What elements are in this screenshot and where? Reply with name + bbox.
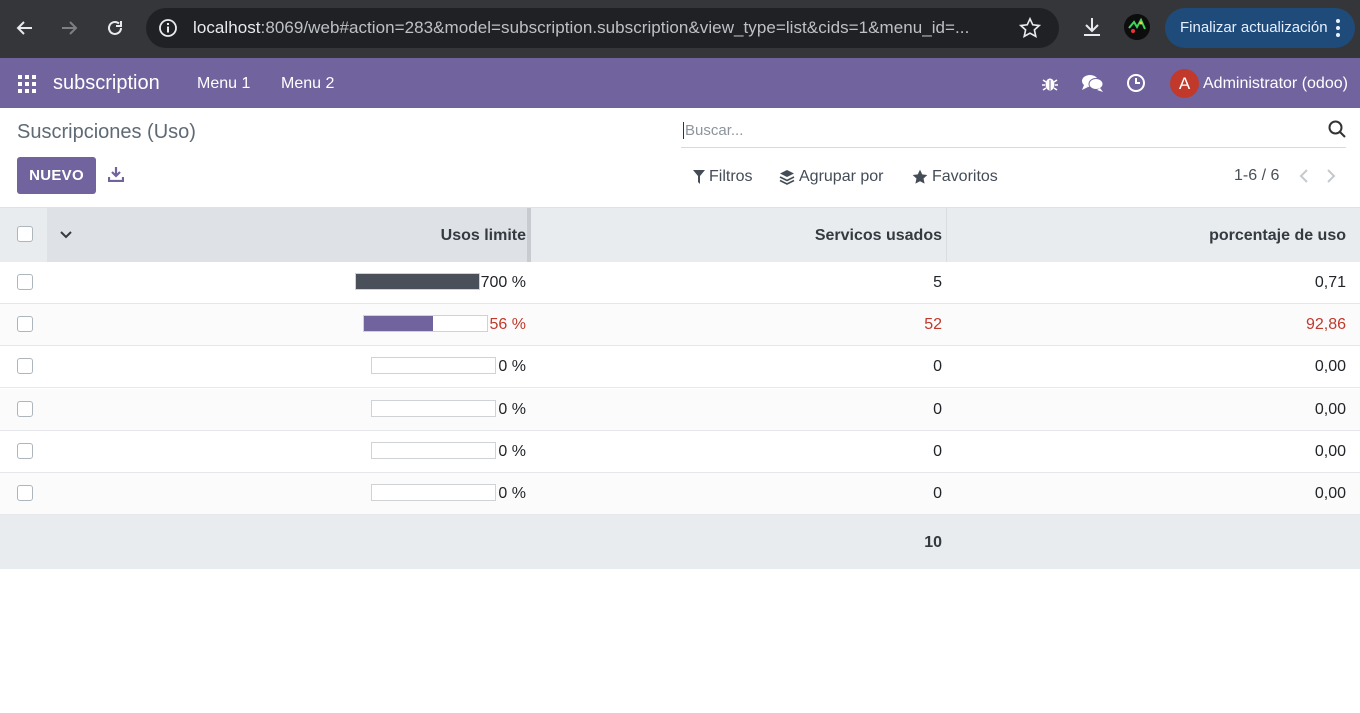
row-checkbox[interactable] [17,401,33,417]
app-name[interactable]: subscription [53,72,160,95]
table-row[interactable]: 0 % 0 0,00 [0,431,1360,473]
reload-button[interactable] [101,14,129,42]
finish-update-label: Finalizar actualización [1180,19,1328,36]
browser-toolbar: localhost:8069/web#action=283&model=subs… [0,0,1360,58]
row-checkbox[interactable] [17,316,33,332]
new-button[interactable]: NUEVO [17,157,96,194]
table-row[interactable]: 56 % 52 92,86 [0,304,1360,346]
user-name[interactable]: Administrator (odoo) [1203,75,1348,93]
usage-progress-bar [371,400,496,417]
user-avatar[interactable]: A [1170,69,1199,98]
reload-icon [108,20,122,35]
list-footer: 10 [0,515,1360,569]
row-checkbox[interactable] [17,443,33,459]
porcentaje-de-uso-cell: 0,00 [1314,401,1346,418]
star-filled-icon [912,169,928,184]
total-servicios-usados: 10 [924,534,942,551]
usage-progress-bar [371,484,496,501]
groupby-button[interactable]: Agrupar por [779,168,884,186]
chevron-down-icon[interactable] [59,228,73,246]
arrow-right-icon [62,21,78,35]
page-title: Suscripciones (Uso) [17,121,196,143]
debug-icon[interactable] [1041,74,1059,97]
search-bar[interactable]: Buscar... [681,114,1346,148]
usage-progress-bar [355,273,480,290]
select-all-checkbox[interactable] [17,226,33,242]
column-resize-handle[interactable] [527,208,531,262]
search-input[interactable]: Buscar... [683,122,743,139]
porcentaje-de-uso-cell: 92,86 [1305,316,1346,333]
url-host: localhost [193,18,261,37]
usage-percent-label: 0 % [498,443,526,460]
url-text[interactable]: localhost:8069/web#action=283&model=subs… [193,18,969,38]
servicios-usados-cell: 0 [933,358,942,375]
table-row[interactable]: 0 % 0 0,00 [0,346,1360,388]
menu-item-2[interactable]: Menu 2 [281,75,334,93]
star-icon[interactable] [1018,16,1042,44]
table-row[interactable]: 700 % 5 0,71 [0,262,1360,304]
usage-percent-label: 700 % [480,274,526,291]
usage-percent-label: 0 % [498,485,526,502]
favorites-label: Favoritos [932,168,998,185]
servicios-usados-cell: 0 [933,401,942,418]
favorites-button[interactable]: Favoritos [912,168,998,186]
menu-item-1[interactable]: Menu 1 [197,75,250,93]
usage-progress-bar [363,315,488,332]
url-path: :8069/web#action=283&model=subscription.… [260,18,970,37]
filter-icon [693,170,705,184]
back-button[interactable] [11,14,39,42]
usage-percent-label: 56 % [489,316,526,333]
apps-menu-icon[interactable] [18,75,36,98]
column-divider [946,208,947,262]
porcentaje-de-uso-cell: 0,00 [1314,443,1346,460]
table-row[interactable]: 0 % 0 0,00 [0,473,1360,515]
porcentaje-de-uso-cell: 0,00 [1314,485,1346,502]
usage-percent-label: 0 % [498,401,526,418]
table-row[interactable]: 0 % 0 0,00 [0,389,1360,431]
row-checkbox[interactable] [17,358,33,374]
finish-update-button[interactable]: Finalizar actualización [1165,8,1355,48]
more-vert-icon[interactable] [1335,18,1341,43]
arrow-left-icon [16,21,32,35]
filters-label: Filtros [709,168,753,185]
export-download-icon[interactable] [107,166,125,187]
header-servicios-usados[interactable]: Servicos usados [815,227,942,245]
header-porcentaje-de-uso[interactable]: porcentaje de uso [1209,227,1346,245]
pager-next-icon[interactable] [1325,168,1337,189]
pager-value[interactable]: 1-6 / 6 [1234,167,1279,185]
servicios-usados-cell: 52 [924,316,942,333]
layers-icon [779,170,795,185]
activity-clock-icon[interactable] [1126,73,1146,98]
main-navbar: subscription Menu 1 Menu 2 A Administrat… [0,58,1360,108]
usage-progress-bar [371,357,496,374]
address-bar[interactable]: localhost:8069/web#action=283&model=subs… [146,8,1059,48]
servicios-usados-cell: 0 [933,443,942,460]
porcentaje-de-uso-cell: 0,00 [1314,358,1346,375]
header-usos-limite[interactable]: Usos limite [441,227,526,245]
groupby-label: Agrupar por [799,168,884,185]
download-icon[interactable] [1081,16,1103,43]
usage-progress-fill [364,316,433,331]
servicios-usados-cell: 5 [933,274,942,291]
servicios-usados-cell: 0 [933,485,942,502]
row-checkbox[interactable] [17,274,33,290]
profile-avatar-icon [1124,14,1150,40]
messages-icon[interactable] [1081,73,1104,98]
search-icon[interactable] [1328,120,1346,143]
pager-prev-icon[interactable] [1298,168,1310,189]
filters-button[interactable]: Filtros [693,168,753,186]
list-header: Usos limite Servicos usados porcentaje d… [0,207,1360,262]
forward-button[interactable] [55,14,83,42]
usage-percent-label: 0 % [498,358,526,375]
row-checkbox[interactable] [17,485,33,501]
info-icon[interactable] [158,18,178,43]
porcentaje-de-uso-cell: 0,71 [1314,274,1346,291]
usage-progress-bar [371,442,496,459]
profile-avatar[interactable] [1124,14,1150,40]
usage-progress-fill [356,274,479,289]
